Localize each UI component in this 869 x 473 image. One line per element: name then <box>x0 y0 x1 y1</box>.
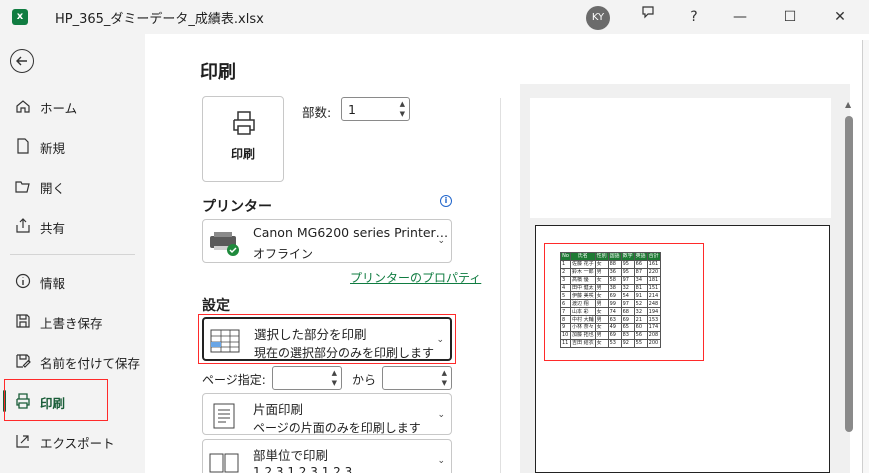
print-button[interactable]: 印刷 <box>202 96 284 182</box>
collate-dropdown[interactable]: 部単位で印刷 1,2,3 1,2,3 1,2,3 ⌄ <box>202 439 452 473</box>
printer-name: Canon MG6200 series Printer… <box>253 225 449 240</box>
pages-to-input[interactable]: ▲ ▼ <box>382 366 452 390</box>
nav-item-open[interactable]: 開く <box>0 169 145 203</box>
printer-status: オフライン <box>253 247 314 261</box>
from-label: から <box>352 373 377 387</box>
panel-divider <box>500 98 501 473</box>
chevron-down-icon: ⌄ <box>437 410 445 420</box>
window-edge <box>862 40 869 473</box>
copies-label: 部数: <box>302 105 332 120</box>
maximize-button[interactable]: ☐ <box>768 0 812 34</box>
scroll-thumb[interactable] <box>845 116 853 432</box>
save-icon <box>16 314 30 328</box>
close-button[interactable]: ✕ <box>818 0 862 34</box>
nav-item-export[interactable]: エクスポート <box>0 424 145 458</box>
collate-description: 1,2,3 1,2,3 1,2,3 <box>253 465 353 473</box>
nav-item-label: 情報 <box>40 276 66 291</box>
nav-item-save-as[interactable]: 名前を付けて保存 <box>0 344 145 378</box>
nav-item-label: 上書き保存 <box>40 316 103 331</box>
nav-item-label: 名前を付けて保存 <box>40 356 141 371</box>
spin-arrows-icon[interactable]: ▲ ▼ <box>400 99 405 119</box>
arrow-left-icon <box>16 56 27 66</box>
user-avatar[interactable]: KY <box>586 6 610 30</box>
spin-arrows-icon[interactable]: ▲ ▼ <box>332 368 337 388</box>
help-button[interactable]: ? <box>672 0 716 34</box>
folder-open-icon <box>15 181 30 193</box>
scroll-up-icon[interactable]: ▲ <box>845 100 851 109</box>
save-as-icon <box>16 354 31 368</box>
nav-item-label: ホーム <box>40 101 78 116</box>
new-document-icon <box>17 138 29 154</box>
home-icon <box>16 100 30 113</box>
title-bar: x HP_365_ダミーデータ_成績表.xlsx KY ? — ☐ ✕ <box>0 0 869 34</box>
printer-section-title: プリンター <box>202 199 272 215</box>
info-icon <box>15 273 31 289</box>
feedback-icon[interactable] <box>626 0 670 34</box>
printer-icon <box>233 111 255 135</box>
nav-item-new[interactable]: 新規 <box>0 129 145 163</box>
settings-section-title: 設定 <box>202 298 230 314</box>
single-sided-icon <box>213 403 235 429</box>
print-button-label: 印刷 <box>230 147 255 161</box>
sides-title: 片面印刷 <box>253 402 304 417</box>
preview-page-top <box>530 98 831 218</box>
collate-title: 部単位で印刷 <box>253 448 329 463</box>
highlight-box <box>4 379 108 421</box>
pages-label: ページ指定: <box>202 373 266 387</box>
nav-item-label: 共有 <box>40 221 66 236</box>
nav-item-label: 新規 <box>40 141 66 156</box>
nav-item-label: 開く <box>40 181 66 196</box>
sides-description: ページの片面のみを印刷します <box>253 421 421 435</box>
page-title: 印刷 <box>200 62 236 83</box>
printer-properties-link[interactable]: プリンターのプロパティ <box>350 269 481 286</box>
copies-value: 1 <box>348 102 356 117</box>
minimize-button[interactable]: — <box>718 0 762 34</box>
document-title: HP_365_ダミーデータ_成績表.xlsx <box>55 12 264 27</box>
nav-item-home[interactable]: ホーム <box>0 89 145 123</box>
nav-divider <box>10 254 135 255</box>
pages-from-input[interactable]: ▲ ▼ <box>272 366 342 390</box>
nav-item-label: エクスポート <box>40 436 115 451</box>
back-button[interactable] <box>10 49 34 73</box>
excel-app-icon: x <box>12 9 28 25</box>
backstage-nav: ホーム 新規 開く 共有 情報 上書き保存 名前を付けて保存 印刷 エクスポート <box>0 34 145 473</box>
highlight-box <box>198 314 456 364</box>
sides-dropdown[interactable]: 片面印刷 ページの片面のみを印刷します ⌄ <box>202 393 452 435</box>
chevron-down-icon: ⌄ <box>437 456 445 466</box>
nav-item-info[interactable]: 情報 <box>0 264 145 298</box>
export-icon <box>16 435 29 448</box>
printer-dropdown[interactable]: Canon MG6200 series Printer… オフライン ⌄ <box>202 219 452 263</box>
printer-device-icon <box>210 232 239 256</box>
spin-arrows-icon[interactable]: ▲ ▼ <box>442 368 447 388</box>
printer-info-icon[interactable]: i <box>440 195 452 207</box>
highlight-box <box>544 243 704 361</box>
collate-icon <box>209 453 239 473</box>
copies-stepper[interactable]: 1 ▲ ▼ <box>341 97 410 121</box>
share-icon <box>16 218 30 233</box>
nav-item-save[interactable]: 上書き保存 <box>0 304 145 338</box>
nav-item-share[interactable]: 共有 <box>0 209 145 243</box>
chevron-down-icon: ⌄ <box>437 236 445 246</box>
